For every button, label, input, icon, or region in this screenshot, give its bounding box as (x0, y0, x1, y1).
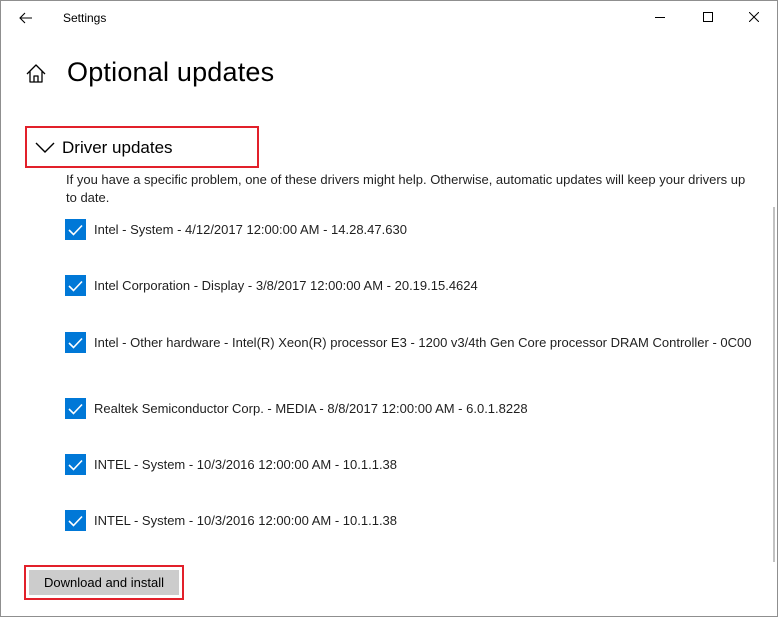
maximize-icon (703, 12, 713, 22)
driver-label: Realtek Semiconductor Corp. - MEDIA - 8/… (94, 401, 528, 416)
checkmark-icon (68, 403, 83, 415)
driver-item[interactable]: Intel - Other hardware - Intel(R) Xeon(R… (65, 332, 765, 353)
driver-checkbox[interactable] (65, 332, 86, 353)
driver-item[interactable]: Intel - System - 4/12/2017 12:00:00 AM -… (65, 219, 765, 240)
settings-window: Settings Optional updates Driver updates (0, 0, 778, 617)
checkmark-icon (68, 337, 83, 349)
driver-checkbox[interactable] (65, 275, 86, 296)
minimize-button[interactable] (637, 1, 683, 33)
download-highlight: Download and install (24, 565, 184, 600)
checkmark-icon (68, 224, 83, 236)
minimize-icon (655, 17, 665, 18)
scrollbar[interactable] (773, 207, 775, 562)
driver-label: INTEL - System - 10/3/2016 12:00:00 AM -… (94, 513, 398, 528)
checkmark-icon (68, 515, 83, 527)
section-label: Driver updates (62, 138, 173, 157)
download-and-install-button[interactable]: Download and install (29, 570, 179, 595)
driver-updates-toggle[interactable]: Driver updates (25, 126, 259, 168)
close-button[interactable] (731, 1, 777, 33)
checkmark-icon (68, 280, 83, 292)
back-arrow-icon (19, 12, 32, 24)
driver-label: Intel - Other hardware - Intel(R) Xeon(R… (94, 335, 752, 350)
driver-checkbox[interactable] (65, 398, 86, 419)
driver-label: INTEL - System - 10/3/2016 12:00:00 AM -… (94, 457, 398, 472)
maximize-button[interactable] (685, 1, 731, 33)
driver-item[interactable]: INTEL - System - 10/3/2016 12:00:00 AM -… (65, 510, 765, 531)
checkmark-icon (68, 459, 83, 471)
close-icon (749, 12, 759, 22)
chevron-down-icon (35, 142, 55, 153)
driver-checkbox[interactable] (65, 219, 86, 240)
home-button[interactable] (25, 63, 47, 85)
back-button[interactable] (9, 5, 43, 31)
home-icon (26, 64, 46, 83)
window-title: Settings (63, 11, 107, 25)
driver-item[interactable]: Realtek Semiconductor Corp. - MEDIA - 8/… (65, 398, 765, 419)
page-title: Optional updates (67, 57, 275, 87)
driver-label: Intel - System - 4/12/2017 12:00:00 AM -… (94, 222, 407, 237)
title-bar: Settings (1, 1, 777, 35)
driver-item[interactable]: INTEL - System - 10/3/2016 12:00:00 AM -… (65, 454, 765, 475)
driver-checkbox[interactable] (65, 510, 86, 531)
section-description: If you have a specific problem, one of t… (66, 172, 746, 205)
driver-item[interactable]: Intel Corporation - Display - 3/8/2017 1… (65, 275, 765, 296)
driver-checkbox[interactable] (65, 454, 86, 475)
driver-label: Intel Corporation - Display - 3/8/2017 1… (94, 278, 478, 293)
